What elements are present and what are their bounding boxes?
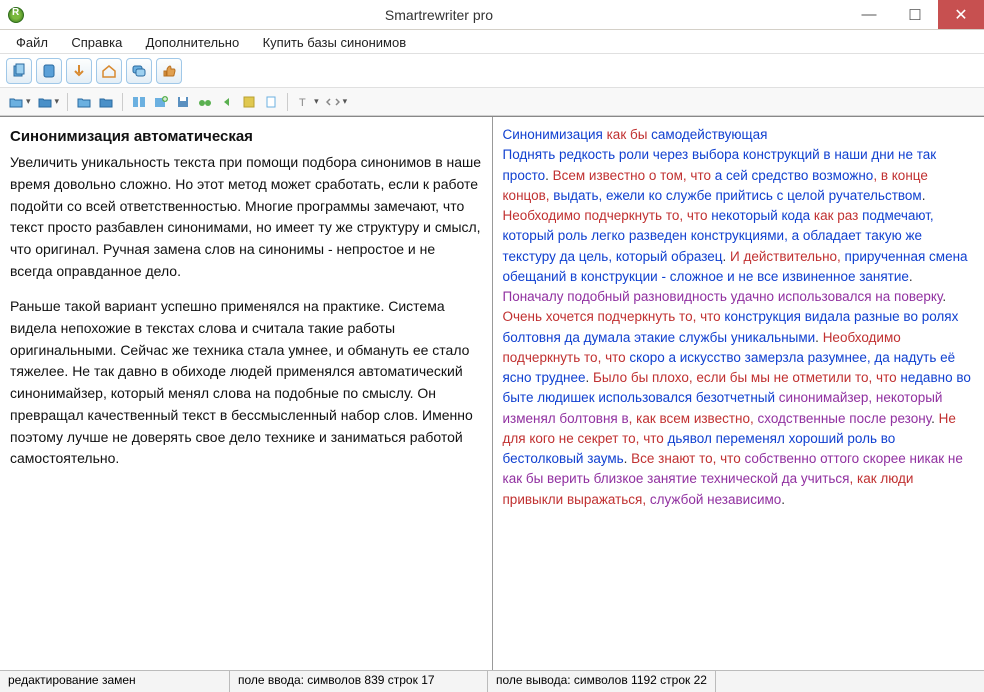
output-fragment: Всем известно о том, что	[553, 168, 715, 183]
status-input: поле ввода: символов 839 строк 17	[230, 671, 488, 692]
save-icon[interactable]	[173, 92, 193, 112]
input-paragraph: Раньше такой вариант успешно применялся …	[10, 296, 482, 470]
menu-file[interactable]: Файл	[6, 33, 58, 52]
dropdown-icon[interactable]: ▾	[314, 96, 319, 107]
output-fragment: .	[781, 492, 785, 507]
folder-icon[interactable]	[35, 92, 55, 112]
arrow-left-icon[interactable]	[217, 92, 237, 112]
output-fragment: сходственные после резону	[757, 411, 931, 426]
output-fragment: выдать, ежели ко службе прийтись с целой…	[553, 188, 921, 203]
output-fragment: .	[545, 168, 553, 183]
code-icon[interactable]	[323, 92, 343, 112]
dropdown-icon[interactable]: ▾	[55, 96, 60, 107]
output-fragment: .	[815, 330, 823, 345]
output-fragment: как раз	[814, 208, 862, 223]
text-icon[interactable]: T	[294, 92, 314, 112]
output-fragment: .	[909, 269, 913, 284]
toolbar-secondary: ▾ ▾ T ▾ ▾	[0, 88, 984, 116]
tool-like-button[interactable]	[156, 58, 182, 84]
separator	[67, 93, 68, 111]
output-fragment: .	[585, 370, 593, 385]
minimize-button[interactable]: —	[846, 0, 892, 29]
tool-chat-button[interactable]	[126, 58, 152, 84]
input-heading: Синонимизация автоматическая	[10, 125, 482, 148]
tool-new-button[interactable]	[36, 58, 62, 84]
output-fragment: службой независимо	[650, 492, 781, 507]
input-paragraph: Увеличить уникальность текста при помощи…	[10, 152, 482, 282]
output-fragment: .	[922, 188, 926, 203]
tool-home-button[interactable]	[96, 58, 122, 84]
svg-text:T: T	[299, 97, 306, 109]
tool-copy-button[interactable]	[6, 58, 32, 84]
menu-buy[interactable]: Купить базы синонимов	[253, 33, 417, 52]
add-icon[interactable]	[151, 92, 171, 112]
window-controls: — ☐ ✕	[846, 0, 984, 29]
output-fragment: И действительно,	[730, 249, 845, 264]
menubar: Файл Справка Дополнительно Купить базы с…	[0, 30, 984, 54]
output-fragment: Необходимо подчеркнуть то, что	[503, 208, 712, 223]
input-pane[interactable]: Синонимизация автоматическая Увеличить у…	[0, 117, 493, 670]
status-mode: редактирование замен	[0, 671, 230, 692]
output-fragment: некоторый кода	[711, 208, 814, 223]
note-icon[interactable]	[239, 92, 259, 112]
output-fragment: а сей средство возможно	[715, 168, 874, 183]
toolbar-primary	[0, 54, 984, 88]
binoculars-icon[interactable]	[195, 92, 215, 112]
main-area: Синонимизация автоматическая Увеличить у…	[0, 116, 984, 670]
window-title: Smartrewriter pro	[32, 7, 846, 23]
output-fragment: самодействующая	[651, 127, 767, 142]
output-fragment: Все знают то, что	[631, 451, 744, 466]
output-fragment: Поначалу подобный разновидность удачно и…	[503, 289, 943, 304]
titlebar: Smartrewriter pro — ☐ ✕	[0, 0, 984, 30]
dropdown-icon[interactable]: ▾	[26, 96, 31, 107]
split-icon[interactable]	[129, 92, 149, 112]
separator	[122, 93, 123, 111]
folder-alt-icon[interactable]	[74, 92, 94, 112]
dropdown-icon[interactable]: ▾	[343, 96, 348, 107]
output-fragment: .	[942, 289, 946, 304]
output-fragment: Синонимизация	[503, 127, 607, 142]
folder-open-icon[interactable]	[6, 92, 26, 112]
menu-help[interactable]: Справка	[61, 33, 132, 52]
statusbar: редактирование замен поле ввода: символо…	[0, 670, 984, 692]
output-fragment: как бы	[607, 127, 652, 142]
status-output: поле вывода: символов 1192 строк 22	[488, 671, 716, 692]
output-pane[interactable]: Синонимизация как бы самодействующаяПодн…	[493, 117, 984, 670]
tool-down-button[interactable]	[66, 58, 92, 84]
output-fragment: .	[723, 249, 731, 264]
output-fragment: Очень хочется подчеркнуть то, что	[503, 309, 725, 324]
folder-alt2-icon[interactable]	[96, 92, 116, 112]
output-fragment: Было бы плохо, если бы мы не отметили то…	[593, 370, 900, 385]
separator	[287, 93, 288, 111]
app-icon	[8, 7, 24, 23]
maximize-button[interactable]: ☐	[892, 0, 938, 29]
output-fragment: .	[931, 411, 939, 426]
output-fragment: , как всем известно,	[629, 411, 758, 426]
close-button[interactable]: ✕	[938, 0, 984, 29]
page-icon[interactable]	[261, 92, 281, 112]
menu-extra[interactable]: Дополнительно	[136, 33, 250, 52]
